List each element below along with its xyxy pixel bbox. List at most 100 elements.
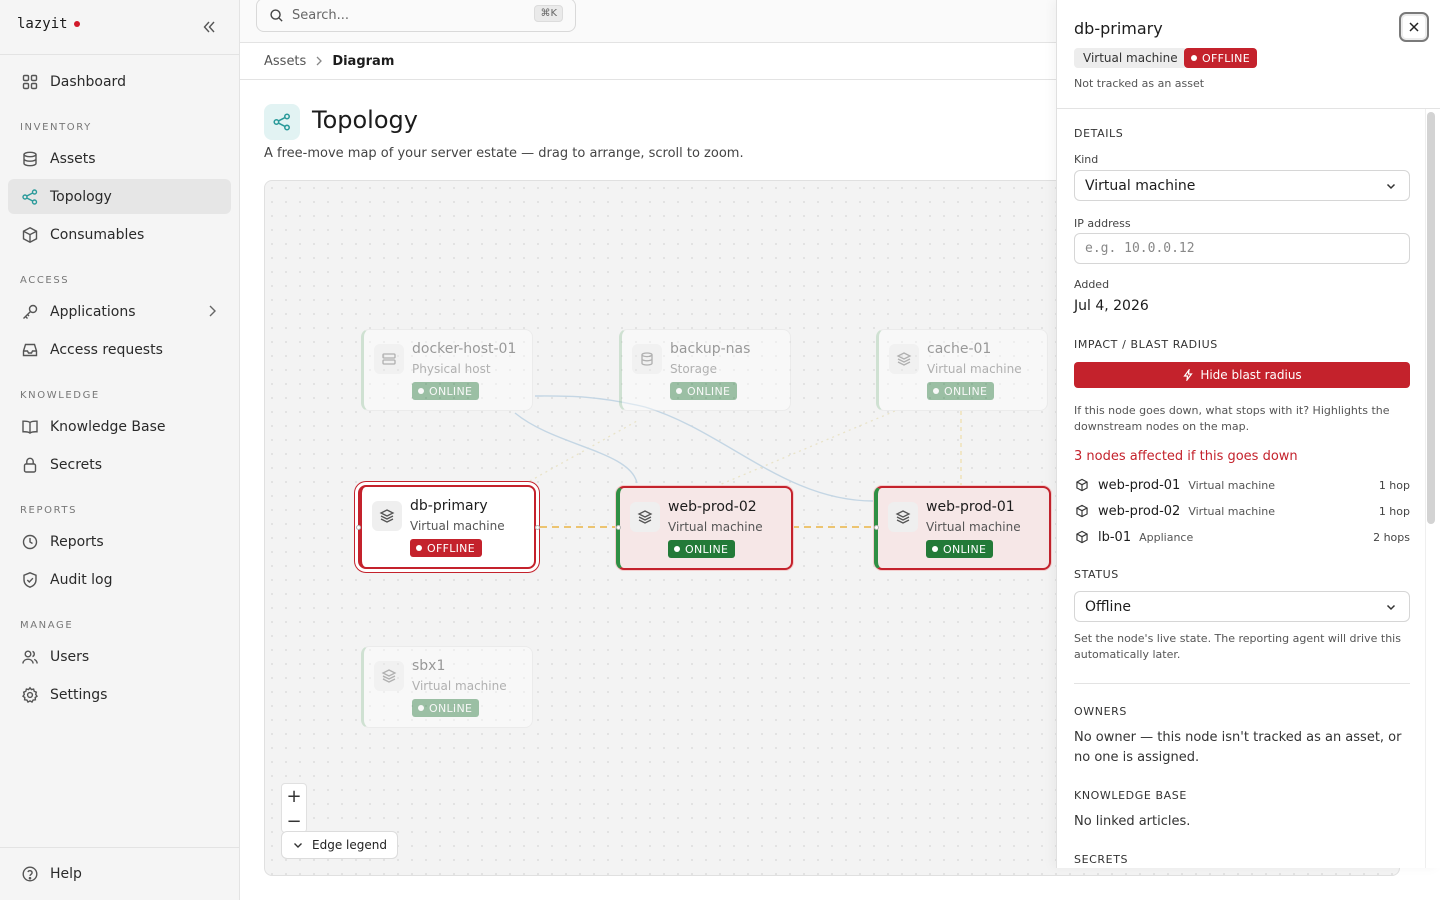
- sidebar-item-assets[interactable]: Assets: [8, 141, 231, 176]
- sidebar-item-label: Consumables: [50, 226, 145, 243]
- node-db-primary[interactable]: db-primary Virtual machine OFFLINE: [358, 485, 536, 569]
- kind-select[interactable]: Virtual machine: [1074, 170, 1410, 201]
- node-cache-01[interactable]: cache-01 Virtual machine ONLINE: [876, 329, 1048, 411]
- node-sbx1[interactable]: sbx1 Virtual machine ONLINE: [361, 646, 533, 728]
- collapse-sidebar-button[interactable]: [198, 16, 220, 38]
- node-name: db-primary: [410, 498, 488, 514]
- zap-icon: [1183, 369, 1194, 381]
- box-icon: [20, 225, 40, 245]
- node-handle[interactable]: [616, 525, 621, 530]
- key-icon: [20, 302, 40, 322]
- sidebar-item-label: Help: [50, 865, 82, 882]
- sidebar-item-audit-log[interactable]: Audit log: [8, 562, 231, 597]
- topology-icon: [264, 104, 300, 140]
- affected-item[interactable]: web-prod-02 Virtual machine 1 hop: [1074, 500, 1410, 522]
- status-badge: ONLINE: [668, 540, 736, 558]
- sidebar-item-secrets[interactable]: Secrets: [8, 447, 231, 482]
- added-label: Added: [1074, 278, 1110, 291]
- share-icon: [20, 187, 40, 207]
- edge-legend-label: Edge legend: [312, 838, 387, 852]
- node-name: web-prod-02: [668, 499, 757, 515]
- sidebar-item-label: Users: [50, 648, 90, 665]
- search-icon: [269, 8, 284, 23]
- inbox-icon: [20, 340, 40, 360]
- sidebar-item-label: Audit log: [50, 571, 113, 588]
- chevron-down-icon: [292, 839, 304, 851]
- edge-legend-button[interactable]: Edge legend: [281, 831, 398, 859]
- database-icon: [632, 344, 662, 374]
- sidebar-item-settings[interactable]: Settings: [8, 677, 231, 712]
- sidebar-item-reports[interactable]: Reports: [8, 524, 231, 559]
- help-circle-icon: [20, 864, 40, 884]
- ip-address-input[interactable]: [1074, 233, 1410, 264]
- scroll-track: [1425, 109, 1426, 868]
- node-web-prod-02[interactable]: web-prod-02 Virtual machine ONLINE: [616, 486, 793, 570]
- sidebar-item-applications[interactable]: Applications: [8, 294, 231, 329]
- sidebar: lazyit Dashboard INVENTORY Assets Topolo…: [0, 0, 240, 900]
- sidebar-item-help[interactable]: Help: [8, 856, 231, 891]
- sidebar-item-consumables[interactable]: Consumables: [8, 217, 231, 252]
- chevrons-left-icon: [203, 21, 215, 33]
- status-help-text: Set the node's live state. The reporting…: [1074, 632, 1401, 661]
- sidebar-item-label: Secrets: [50, 456, 103, 473]
- node-kind: Virtual machine: [668, 520, 763, 534]
- sidebar-item-dashboard[interactable]: Dashboard: [8, 64, 231, 99]
- panel-scrollbar[interactable]: [1427, 112, 1435, 524]
- sidebar-item-topology[interactable]: Topology: [8, 179, 231, 214]
- sidebar-item-label: Dashboard: [50, 73, 126, 90]
- zoom-in-button[interactable]: +: [282, 784, 306, 809]
- affected-item[interactable]: web-prod-01 Virtual machine 1 hop: [1074, 474, 1410, 496]
- status-select[interactable]: Offline: [1074, 591, 1410, 622]
- database-icon: [20, 149, 40, 169]
- node-web-prod-01[interactable]: web-prod-01 Virtual machine ONLINE: [874, 486, 1051, 570]
- node-kind: Virtual machine: [410, 519, 505, 533]
- search-input[interactable]: Search...: [292, 8, 349, 23]
- book-icon: [20, 417, 40, 437]
- sidebar-item-label: Knowledge Base: [50, 418, 166, 435]
- chevron-down-icon: [1385, 601, 1397, 613]
- app-logo[interactable]: lazyit: [17, 16, 80, 32]
- search-box[interactable]: Search... ⌘K: [256, 0, 576, 32]
- sidebar-item-label: Access requests: [50, 341, 163, 358]
- affected-hops: 2 hops: [1373, 530, 1410, 544]
- node-name: docker-host-01: [412, 341, 517, 357]
- page-title: Topology: [312, 106, 418, 134]
- status-value: Offline: [1085, 598, 1131, 615]
- breadcrumb-assets[interactable]: Assets: [264, 54, 306, 69]
- panel-scroll-area[interactable]: DETAILS Kind Virtual machine IP address …: [1057, 109, 1440, 868]
- affected-name: web-prod-02: [1098, 503, 1181, 519]
- status-badge: ONLINE: [670, 382, 738, 400]
- sidebar-item-knowledge-base[interactable]: Knowledge Base: [8, 409, 231, 444]
- node-name: web-prod-01: [926, 499, 1015, 515]
- node-backup-nas[interactable]: backup-nas Storage ONLINE: [619, 329, 791, 411]
- box-icon: [1074, 477, 1090, 493]
- sidebar-item-label: Assets: [50, 150, 96, 167]
- divider: [0, 54, 239, 55]
- affected-kind: Virtual machine: [1188, 504, 1276, 518]
- knowledge-base-heading: KNOWLEDGE BASE: [1074, 789, 1187, 802]
- impact-heading: IMPACT / BLAST RADIUS: [1074, 338, 1218, 351]
- node-handle[interactable]: [535, 525, 540, 530]
- details-heading: DETAILS: [1074, 127, 1124, 140]
- node-details-panel: db-primary Virtual machine OFFLINE Not t…: [1056, 0, 1440, 868]
- box-icon: [1074, 503, 1090, 519]
- node-kind: Virtual machine: [927, 362, 1022, 376]
- divider: [0, 847, 239, 848]
- hide-blast-radius-button[interactable]: Hide blast radius: [1074, 362, 1410, 388]
- sidebar-item-access-requests[interactable]: Access requests: [8, 332, 231, 367]
- owners-text: No owner — this node isn't tracked as an…: [1074, 730, 1402, 765]
- blast-button-label: Hide blast radius: [1200, 368, 1302, 382]
- close-panel-button[interactable]: [1399, 12, 1429, 42]
- ip-label: IP address: [1074, 217, 1131, 230]
- status-badge: OFFLINE: [1184, 48, 1257, 68]
- affected-item[interactable]: lb-01 Appliance 2 hops: [1074, 526, 1410, 548]
- node-name: cache-01: [927, 341, 992, 357]
- node-handle[interactable]: [874, 525, 879, 530]
- node-docker-host-01[interactable]: docker-host-01 Physical host ONLINE: [361, 329, 533, 411]
- sidebar-item-label: Reports: [50, 533, 104, 550]
- sidebar-item-users[interactable]: Users: [8, 639, 231, 674]
- layers-icon: [630, 502, 660, 532]
- status-badge: OFFLINE: [410, 539, 482, 557]
- node-handle[interactable]: [356, 525, 361, 530]
- affected-hops: 1 hop: [1378, 504, 1410, 518]
